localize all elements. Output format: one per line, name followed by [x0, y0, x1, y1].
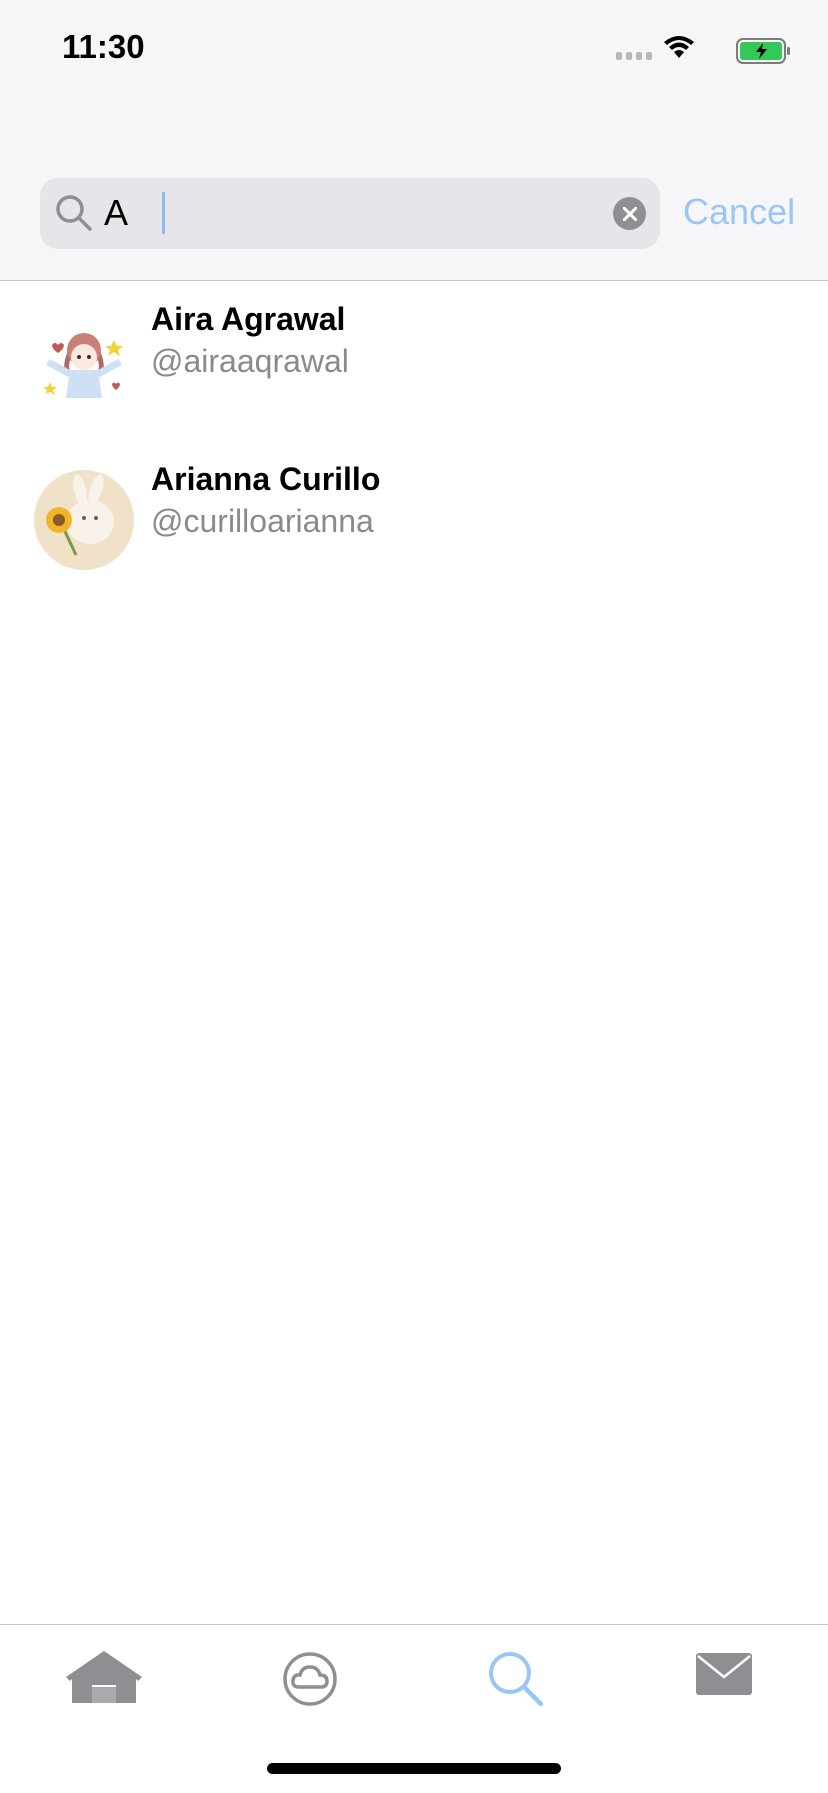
list-item[interactable]: Aira Agrawal @airaaqrawal — [0, 281, 828, 441]
user-name: Aira Agrawal — [151, 301, 346, 337]
tab-home[interactable] — [64, 1649, 144, 1719]
search-icon — [56, 195, 92, 231]
wifi-icon — [664, 36, 694, 58]
avatar — [34, 310, 134, 410]
search-header: 11:30 A Cancel — [0, 0, 828, 281]
avatar — [34, 470, 134, 570]
clear-search-button[interactable] — [613, 197, 646, 230]
search-query-text: A — [104, 192, 129, 233]
search-icon — [489, 1652, 544, 1707]
cloud-icon — [283, 1652, 337, 1706]
status-icons — [616, 34, 792, 66]
status-time: 11:30 — [62, 28, 145, 65]
search-results-list: Aira Agrawal @airaaqrawal Arianna Curill… — [0, 281, 828, 601]
cancel-button[interactable]: Cancel — [683, 192, 795, 232]
text-cursor — [162, 192, 165, 234]
search-input[interactable]: A — [40, 178, 660, 249]
user-name: Arianna Curillo — [151, 461, 381, 497]
list-item[interactable]: Arianna Curillo @curilloarianna — [0, 441, 828, 601]
tab-messages[interactable] — [684, 1649, 764, 1719]
home-indicator — [267, 1763, 561, 1774]
user-handle: @curilloarianna — [151, 503, 374, 539]
cellular-signal-icon — [616, 52, 652, 60]
battery-charging-icon — [736, 38, 790, 64]
close-icon — [622, 206, 637, 221]
tab-cloud[interactable] — [270, 1649, 350, 1719]
home-icon — [66, 1651, 142, 1703]
tab-search[interactable] — [476, 1649, 556, 1719]
user-handle: @airaaqrawal — [151, 343, 349, 379]
mail-icon — [696, 1653, 752, 1695]
